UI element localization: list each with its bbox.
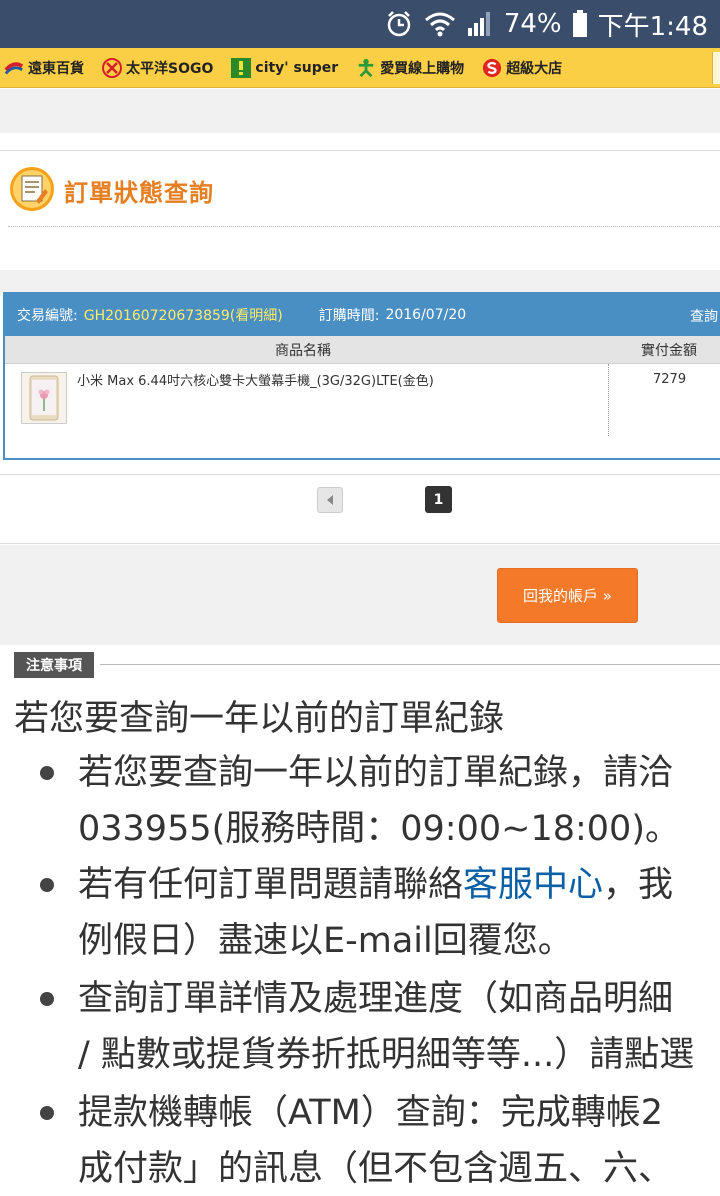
citysuper-logo-icon [231, 57, 252, 78]
store-link-citysuper[interactable]: city' super [231, 57, 338, 78]
battery-percent: 74% [503, 9, 562, 39]
customer-service-link[interactable]: 客服中心 [463, 865, 603, 905]
order-column-header: 商品名稱 實付金額 [5, 336, 720, 364]
store-bar-scroll-edge [712, 52, 720, 84]
pagination: 1 [0, 474, 720, 544]
page-title-section: 訂單狀態查詢 [0, 150, 720, 270]
store-link-shopping[interactable]: 愛買線上購物 [356, 58, 464, 78]
spacer-band [0, 89, 720, 133]
sogo-s-logo-icon [482, 58, 502, 78]
bullet-dot [40, 878, 54, 892]
store-links-bar: 遠東百貨 太平洋SOGO city' super 愛買線上購物 超級大店 [0, 48, 720, 88]
order-id-label: 交易編號: [17, 308, 78, 324]
alarm-icon [384, 9, 414, 39]
notice-item-1-line-1: 若您要查詢一年以前的訂單紀錄，請洽 [78, 753, 674, 793]
shopping-logo-icon [356, 58, 376, 78]
title-divider [8, 226, 720, 227]
notice-item-4-line-2: 成付款」的訊息（但不包含週五、六、 [78, 1149, 674, 1189]
notice-heading: 若您要查詢一年以前的訂單紀錄 [14, 699, 505, 739]
table-row: 小米 Max 6.44吋六核心雙卡大螢幕手機_(3G/32G)LTE(金色) 7… [5, 364, 720, 436]
store-link-super[interactable]: 超級大店 [482, 58, 562, 78]
product-thumbnail[interactable] [21, 372, 67, 424]
page-title: 訂單狀態查詢 [64, 179, 214, 207]
sogo-logo-icon [102, 57, 122, 78]
column-amount: 實付金額 [641, 343, 697, 359]
spacer-band [0, 270, 720, 292]
spacer-band [0, 460, 720, 474]
notice-tag: 注意事項 [14, 652, 94, 678]
notice-item-3-line-2: / 點數或提貨券折抵明細等等...）請點選 [78, 1035, 695, 1075]
product-name[interactable]: 小米 Max 6.44吋六核心雙卡大螢幕手機_(3G/32G)LTE(金色) [77, 370, 434, 389]
fareastern-logo-icon [4, 58, 24, 78]
product-amount: 7279 [653, 372, 687, 387]
column-product-name: 商品名稱 [275, 343, 331, 359]
order-card: 交易編號: GH20160720673859(看明細) 訂購時間: 2016/0… [3, 292, 720, 460]
back-to-account-button[interactable]: 回我的帳戶 » [497, 568, 638, 623]
notice-divider [100, 664, 720, 665]
prev-page-button[interactable] [317, 487, 343, 513]
column-divider [608, 364, 609, 436]
wifi-icon [424, 11, 456, 37]
store-link-fareastern[interactable]: 遠東百貨 [4, 58, 84, 78]
notice-item-1-line-2: 033955(服務時間：09:00~18:00)。 [78, 809, 680, 849]
document-icon [8, 165, 56, 213]
notice-item-2-line-1: 若有任何訂單問題請聯絡客服中心，我 [78, 865, 674, 905]
order-time: 2016/07/20 [385, 307, 467, 323]
store-link-sogo[interactable]: 太平洋SOGO [102, 57, 213, 78]
bullet-dot [40, 992, 54, 1006]
order-time-label: 訂購時間: [318, 308, 380, 324]
clock: 下午1:48 [597, 11, 708, 42]
signal-icon [466, 10, 494, 38]
page-number-current[interactable]: 1 [425, 486, 452, 513]
chevron-left-icon [327, 495, 333, 505]
bullet-dot [40, 1106, 54, 1120]
order-query-link[interactable]: 查詢 [690, 306, 718, 326]
notice-item-3-line-1: 查詢訂單詳情及處理進度（如商品明細 [78, 979, 674, 1019]
status-bar: 74% 下午1:48 [0, 0, 720, 48]
bullet-dot [40, 766, 54, 780]
order-id-link[interactable]: GH20160720673859(看明細) [84, 305, 283, 325]
battery-icon [572, 10, 588, 38]
notice-item-4-line-1: 提款機轉帳（ATM）查詢：完成轉帳2 [78, 1093, 664, 1133]
order-header: 交易編號: GH20160720673859(看明細) 訂購時間: 2016/0… [5, 294, 720, 336]
notice-item-2-line-2: 例假日）盡速以E-mail回覆您。 [78, 921, 573, 961]
